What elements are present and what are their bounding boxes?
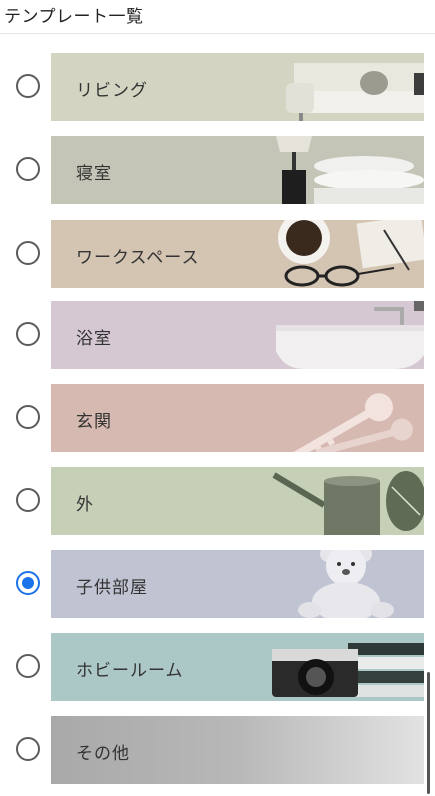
- template-row-hobby-room[interactable]: ホビールーム: [0, 631, 435, 703]
- template-card-other[interactable]: その他: [51, 716, 424, 784]
- radio-hobby-room[interactable]: [16, 654, 40, 678]
- camera-books-icon: [272, 643, 424, 697]
- template-row-bedroom[interactable]: 寝室: [0, 134, 435, 206]
- coffee-glasses-icon: [278, 220, 424, 287]
- template-card-workspace[interactable]: ワークスペース: [51, 220, 424, 288]
- radio-outside[interactable]: [16, 488, 40, 512]
- template-card-bedroom[interactable]: 寝室: [51, 136, 424, 204]
- page-title: テンプレート一覧: [4, 7, 144, 27]
- template-row-workspace[interactable]: ワークスペース: [0, 218, 435, 290]
- template-label: その他: [76, 744, 130, 764]
- radio-other[interactable]: [16, 737, 40, 761]
- template-label: ホビールーム: [76, 661, 184, 681]
- template-label: 外: [76, 495, 94, 515]
- template-row-entrance[interactable]: 玄関: [0, 382, 435, 454]
- template-label: 玄関: [76, 412, 112, 432]
- sofa-icon: [286, 63, 424, 121]
- radio-workspace[interactable]: [16, 241, 40, 265]
- template-row-bathroom[interactable]: 浴室: [0, 299, 435, 371]
- radio-kids-room[interactable]: [16, 571, 40, 595]
- template-card-hobby-room[interactable]: ホビールーム: [51, 633, 424, 701]
- template-card-living[interactable]: リビング: [51, 53, 424, 121]
- template-row-other[interactable]: その他: [0, 714, 435, 786]
- bed-lamp-icon: [276, 136, 424, 204]
- template-label: 寝室: [76, 164, 112, 184]
- scrollbar[interactable]: [427, 672, 430, 794]
- template-card-kids-room[interactable]: 子供部屋: [51, 550, 424, 618]
- template-row-living[interactable]: リビング: [0, 51, 435, 123]
- template-label: 浴室: [76, 329, 112, 349]
- watering-can-icon: [272, 471, 424, 535]
- template-label: 子供部屋: [76, 578, 148, 598]
- template-row-outside[interactable]: 外: [0, 465, 435, 537]
- template-label: ワークスペース: [76, 248, 200, 268]
- teddy-bear-icon: [298, 550, 394, 618]
- header: テンプレート一覧: [0, 0, 435, 34]
- bathtub-icon: [276, 301, 424, 369]
- keys-icon: [290, 393, 413, 452]
- template-label: リビング: [76, 81, 148, 101]
- template-card-outside[interactable]: 外: [51, 467, 424, 535]
- radio-entrance[interactable]: [16, 405, 40, 429]
- radio-bedroom[interactable]: [16, 157, 40, 181]
- template-row-kids-room[interactable]: 子供部屋: [0, 548, 435, 620]
- template-card-entrance[interactable]: 玄関: [51, 384, 424, 452]
- radio-bathroom[interactable]: [16, 322, 40, 346]
- template-card-bathroom[interactable]: 浴室: [51, 301, 424, 369]
- radio-living[interactable]: [16, 74, 40, 98]
